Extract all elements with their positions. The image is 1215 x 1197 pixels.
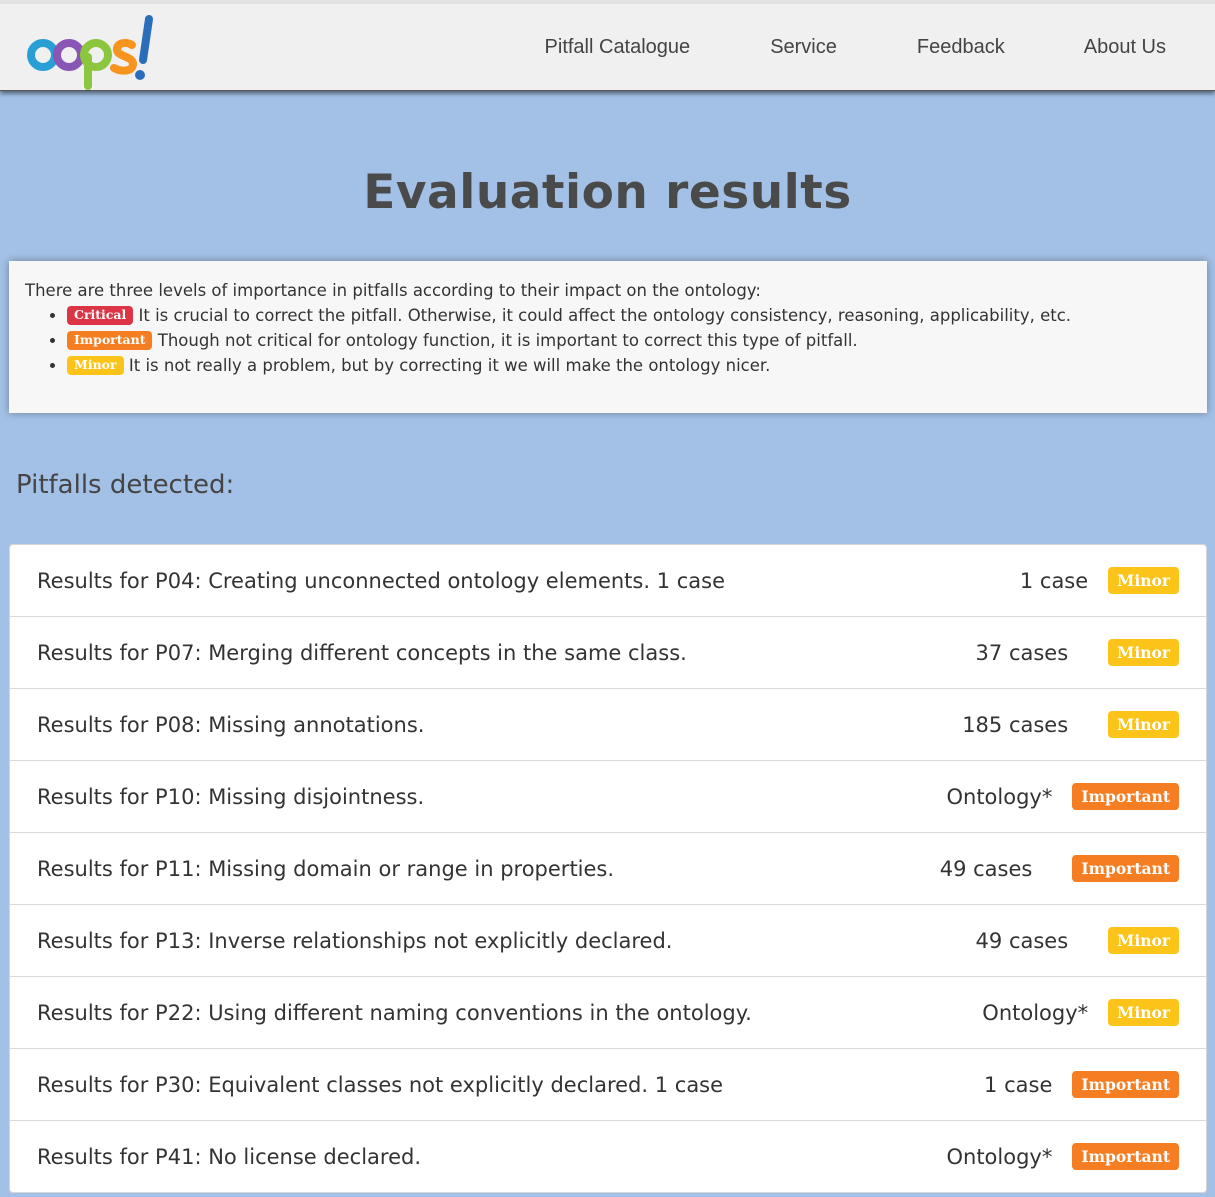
- pitfall-count: 49 cases: [975, 928, 1069, 953]
- legend-item-critical: Critical It is crucial to correct the pi…: [67, 303, 1191, 328]
- pitfall-row-p04[interactable]: Results for P04: Creating unconnected on…: [10, 545, 1206, 617]
- legend-description: It is not really a problem, but by corre…: [128, 356, 771, 375]
- pitfall-title: Results for P30: Equivalent classes not …: [37, 1072, 724, 1097]
- important-badge: Important: [67, 331, 153, 350]
- legend-description: Though not critical for ontology functio…: [157, 331, 858, 350]
- pitfall-row-p41[interactable]: Results for P41: No license declared. On…: [10, 1121, 1206, 1192]
- legend-list: Critical It is crucial to correct the pi…: [25, 303, 1191, 378]
- minor-badge: Minor: [1108, 567, 1179, 594]
- top-navbar: Pitfall Catalogue Service Feedback About…: [0, 0, 1215, 91]
- pitfall-count: Ontology*: [946, 1144, 1053, 1169]
- important-badge: Important: [1072, 855, 1179, 882]
- pitfall-title: Results for P13: Inverse relationships n…: [37, 928, 673, 953]
- minor-badge: Minor: [1108, 999, 1179, 1026]
- pitfall-title: Results for P04: Creating unconnected on…: [37, 568, 726, 593]
- pitfall-row-p30[interactable]: Results for P30: Equivalent classes not …: [10, 1049, 1206, 1121]
- minor-badge: Minor: [1108, 711, 1179, 738]
- pitfall-meta: 185 cases Minor: [962, 711, 1179, 738]
- pitfall-title: Results for P07: Merging different conce…: [37, 640, 687, 665]
- pitfall-meta: Ontology* Important: [946, 783, 1179, 810]
- pitfall-title: Results for P08: Missing annotations.: [37, 712, 425, 737]
- pitfall-count: 185 cases: [962, 712, 1069, 737]
- pitfall-row-p11[interactable]: Results for P11: Missing domain or range…: [10, 833, 1206, 905]
- pitfall-count: 1 case: [984, 1072, 1053, 1097]
- nav-service[interactable]: Service: [770, 36, 837, 59]
- pitfalls-heading: Pitfalls detected:: [16, 470, 235, 500]
- nav-feedback[interactable]: Feedback: [917, 36, 1005, 59]
- logo-graphic: [27, 15, 153, 90]
- page-title: Evaluation results: [363, 165, 852, 220]
- pitfall-row-p07[interactable]: Results for P07: Merging different conce…: [10, 617, 1206, 689]
- legend-item-minor: Minor It is not really a problem, but by…: [67, 353, 1191, 378]
- pitfall-meta: 49 cases Minor: [976, 927, 1179, 954]
- pitfall-meta: 1 case Important: [984, 1071, 1179, 1098]
- main-nav: Pitfall Catalogue Service Feedback About…: [545, 4, 1215, 91]
- legend-item-important: Important Though not critical for ontolo…: [67, 328, 1191, 353]
- pitfall-meta: Ontology* Minor: [982, 999, 1179, 1026]
- pitfall-title: Results for P22: Using different naming …: [37, 1000, 752, 1025]
- pitfall-row-p13[interactable]: Results for P13: Inverse relationships n…: [10, 905, 1206, 977]
- pitfall-meta: 1 case Minor: [1020, 567, 1179, 594]
- important-badge: Important: [1072, 783, 1179, 810]
- pitfall-count: Ontology*: [946, 784, 1053, 809]
- pitfall-row-p08[interactable]: Results for P08: Missing annotations. 18…: [10, 689, 1206, 761]
- pitfall-count: Ontology*: [982, 1000, 1089, 1025]
- pitfall-row-p10[interactable]: Results for P10: Missing disjointness. O…: [10, 761, 1206, 833]
- pitfall-meta: Ontology* Important: [946, 1143, 1179, 1170]
- pitfall-meta: 37 cases Minor: [976, 639, 1179, 666]
- pitfall-count: 37 cases: [975, 640, 1069, 665]
- minor-badge: Minor: [67, 356, 124, 375]
- nav-about-us[interactable]: About Us: [1084, 36, 1166, 59]
- minor-badge: Minor: [1108, 927, 1179, 954]
- minor-badge: Minor: [1108, 639, 1179, 666]
- critical-badge: Critical: [67, 306, 134, 325]
- pitfall-row-p22[interactable]: Results for P22: Using different naming …: [10, 977, 1206, 1049]
- important-badge: Important: [1072, 1071, 1179, 1098]
- oops-logo[interactable]: [26, 12, 161, 92]
- nav-pitfall-catalogue[interactable]: Pitfall Catalogue: [545, 36, 691, 59]
- pitfall-title: Results for P41: No license declared.: [37, 1144, 421, 1169]
- pitfall-list: Results for P04: Creating unconnected on…: [9, 544, 1207, 1193]
- legend-intro: There are three levels of importance in …: [25, 281, 761, 300]
- pitfall-count: 1 case: [1019, 568, 1089, 593]
- important-badge: Important: [1072, 1143, 1179, 1170]
- pitfall-title: Results for P11: Missing domain or range…: [37, 856, 615, 881]
- importance-legend: There are three levels of importance in …: [9, 261, 1207, 413]
- pitfall-meta: 49 cases Important: [940, 855, 1179, 882]
- pitfall-count: 49 cases: [939, 856, 1033, 881]
- pitfall-title: Results for P10: Missing disjointness.: [37, 784, 425, 809]
- legend-description: It is crucial to correct the pitfall. Ot…: [138, 306, 1072, 325]
